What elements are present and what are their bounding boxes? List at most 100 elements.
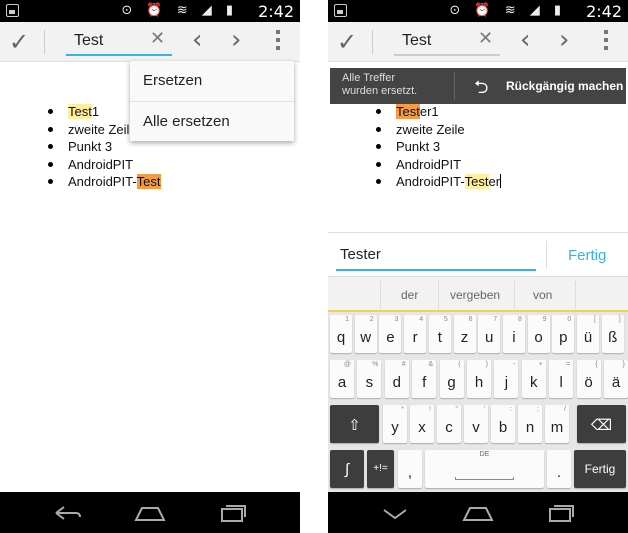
replace-bar: Tester Fertig	[328, 232, 628, 276]
undo-icon[interactable]: ⮌	[474, 75, 488, 105]
period-key[interactable]: .	[547, 450, 571, 488]
key-secondary-label: /	[564, 406, 566, 413]
previous-match-icon[interactable]: ‹	[520, 25, 530, 55]
status-icons: ⊙ ⏰ ≋ ◢ ▮	[449, 3, 566, 18]
key-r[interactable]: 4r	[404, 315, 427, 353]
key-label: t	[437, 329, 442, 346]
key-c[interactable]: " c	[437, 405, 461, 443]
key-label: j	[504, 374, 509, 391]
list-item: AndroidPIT	[48, 156, 161, 174]
key-ü[interactable]: [ü	[577, 315, 599, 353]
status-icons: ⊙ ⏰ ≋ ◢ ▮	[121, 3, 238, 18]
key-u[interactable]: 7u	[478, 315, 501, 353]
key-secondary-label: 0	[567, 316, 572, 323]
key-n[interactable]: ; n	[518, 405, 542, 443]
status-bar: ⊙ ⏰ ≋ ◢ ▮ 2:42	[328, 0, 628, 22]
key-secondary-label: =	[566, 361, 571, 368]
done-check-icon[interactable]: ✓	[9, 28, 29, 56]
enter-key[interactable]: Fertig	[574, 450, 626, 488]
overflow-menu-icon[interactable]	[604, 30, 608, 52]
next-match-icon[interactable]: ›	[231, 25, 241, 55]
key-o[interactable]: 9o	[527, 315, 550, 353]
key-ö[interactable]: {ö	[576, 360, 601, 398]
key-z[interactable]: 6z	[453, 315, 476, 353]
menu-item-replace[interactable]: Ersetzen	[130, 61, 294, 101]
status-time: 2:42	[258, 2, 294, 21]
menu-item-replace-all[interactable]: Alle ersetzen	[130, 101, 294, 141]
list-item-text: er	[488, 174, 501, 189]
find-action-bar: ✓ Test ✕ ‹ ›	[0, 22, 300, 62]
key-d[interactable]: # d	[384, 360, 409, 398]
key-ß[interactable]: ] ß	[601, 315, 624, 353]
key-e[interactable]: 3e	[379, 315, 402, 353]
key-i[interactable]: 8i	[502, 315, 525, 353]
key-f[interactable]: & f	[412, 360, 437, 398]
shift-key[interactable]: ⇧	[330, 405, 379, 443]
suggestion-vergeben[interactable]: vergeben	[450, 288, 500, 302]
previous-match-icon[interactable]: ‹	[192, 25, 202, 55]
key-s[interactable]: % s	[357, 360, 382, 398]
recent-apps-icon[interactable]	[548, 504, 574, 522]
suggestion-divider	[438, 281, 439, 309]
toast-divider	[454, 72, 455, 100]
key-secondary-label: 5	[443, 316, 448, 323]
suggestion-von[interactable]: von	[533, 288, 552, 302]
key-secondary-label: 6	[468, 316, 473, 323]
key-g[interactable]: (g	[439, 360, 464, 398]
search-match-highlight: Test	[136, 174, 161, 189]
next-match-icon[interactable]: ›	[559, 25, 569, 55]
home-icon[interactable]	[134, 504, 166, 522]
key-v[interactable]: ' v	[464, 405, 488, 443]
key-secondary-label: !	[429, 406, 431, 413]
swype-icon: ∫	[344, 461, 350, 478]
recent-apps-icon[interactable]	[220, 504, 246, 522]
key-q[interactable]: 1q	[330, 315, 352, 353]
comma-key[interactable]: ,	[398, 450, 422, 488]
swype-key[interactable]: ∫	[330, 450, 364, 488]
back-icon[interactable]	[52, 504, 82, 522]
key-secondary-label: 7	[493, 316, 498, 323]
undo-button[interactable]: Rückgängig machen	[506, 79, 623, 93]
key-label: p	[559, 329, 568, 346]
list-item-text: zweite Zeile	[396, 121, 465, 137]
key-t[interactable]: 5t	[428, 315, 451, 353]
symbols-key[interactable]: +!=	[367, 450, 394, 488]
list-item-text: Punkt 3	[396, 139, 441, 154]
key-m[interactable]: / m	[545, 405, 569, 443]
space-key[interactable]: DE	[425, 450, 544, 488]
backspace-key[interactable]: ⌫	[577, 405, 626, 443]
list-item-text: AndroidPIT	[68, 156, 134, 172]
list-item-text: AndroidPIT	[396, 156, 462, 172]
key-b[interactable]: :b	[491, 405, 515, 443]
key-label: y	[391, 419, 399, 436]
key-k[interactable]: + k	[521, 360, 546, 398]
key-label: q	[336, 329, 346, 346]
key-label: ö	[584, 374, 593, 391]
key-h[interactable]: ) h	[467, 360, 491, 398]
document-list[interactable]: Tester1 zweite Zeile Punkt 3 AndroidPIT Andr…	[376, 103, 502, 191]
key-secondary-label: +	[538, 361, 543, 368]
key-l[interactable]: = l	[549, 360, 574, 398]
overflow-menu-icon[interactable]	[276, 30, 280, 52]
done-check-icon[interactable]: ✓	[337, 28, 357, 56]
key-y[interactable]: * y	[383, 405, 407, 443]
suggestion-der[interactable]: der	[401, 288, 418, 302]
key-p[interactable]: 0p	[552, 315, 575, 353]
search-match-highlight: Test	[396, 104, 420, 119]
done-button[interactable]: Fertig	[568, 247, 606, 264]
list-item-text: er1	[419, 104, 439, 119]
key-j[interactable]: -j	[494, 360, 519, 398]
key-w[interactable]: 2w	[354, 315, 377, 353]
key-x[interactable]: ! x	[410, 405, 434, 443]
list-item-text: AndroidPIT-	[396, 174, 465, 189]
key-a[interactable]: @ a	[330, 360, 354, 398]
key-secondary-label: {	[595, 361, 598, 368]
search-match-highlight: Test	[68, 104, 92, 119]
clear-search-icon[interactable]: ✕	[150, 28, 165, 49]
replace-input[interactable]: Tester	[336, 241, 536, 271]
clear-search-icon[interactable]: ✕	[478, 28, 493, 49]
key-secondary-label: 3	[394, 316, 399, 323]
home-icon[interactable]	[462, 504, 494, 522]
hide-keyboard-icon[interactable]	[380, 504, 410, 522]
key-ä[interactable]: } ä	[604, 360, 628, 398]
